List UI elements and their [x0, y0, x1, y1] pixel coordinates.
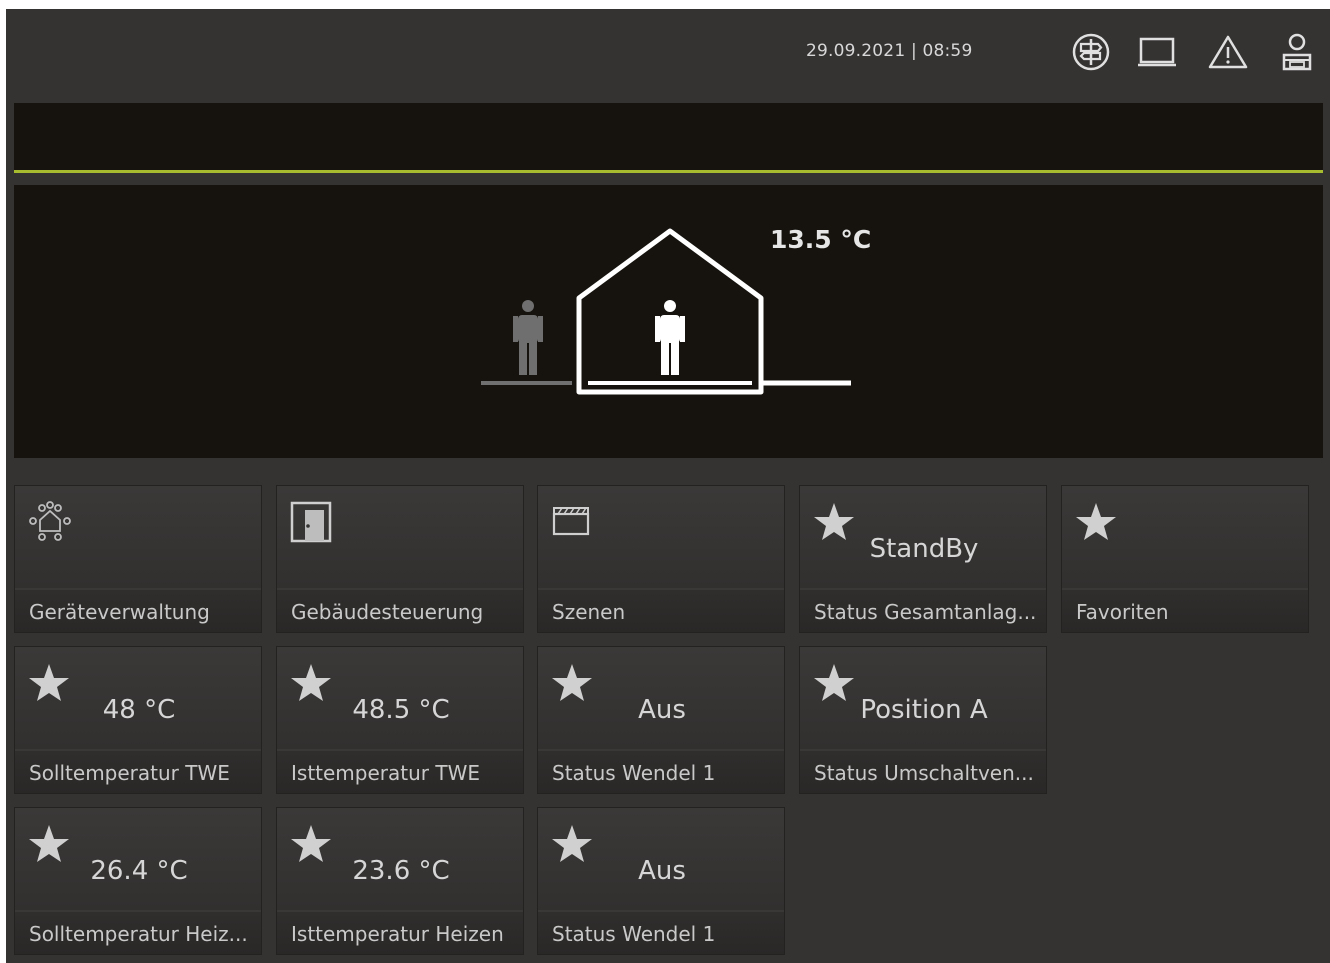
- tile-building-control[interactable]: Gebäudesteuerung: [276, 485, 524, 633]
- clapperboard-icon: [552, 507, 590, 536]
- tile-label: Gebäudesteuerung: [291, 600, 484, 624]
- tile-setpoint-heating[interactable]: 26.4 °C Solltemperatur Heiz...: [14, 807, 262, 955]
- tile-favorites[interactable]: Favoriten: [1061, 485, 1309, 633]
- tile-value: 48.5 °C: [352, 695, 450, 725]
- tile-label: Szenen: [552, 600, 626, 624]
- tile-label: Solltemperatur Heiz...: [29, 922, 248, 946]
- tile-actual-heating[interactable]: 23.6 °C Isttemperatur Heizen: [276, 807, 524, 955]
- accent-line: [14, 170, 1323, 173]
- person-home-icon: [655, 300, 685, 375]
- tile-value: 48 °C: [102, 695, 176, 725]
- tile-value: 23.6 °C: [352, 856, 450, 886]
- tile-label: Isttemperatur TWE: [291, 761, 480, 785]
- tile-value: Aus: [638, 856, 686, 886]
- tile-label: Status Umschaltven...: [814, 761, 1034, 785]
- tile-status-overall[interactable]: StandBy Status Gesamtanlag...: [799, 485, 1047, 633]
- signpost-icon[interactable]: [1068, 29, 1114, 75]
- house-scene[interactable]: 13.5 °C: [14, 185, 1323, 458]
- tile-value: 26.4 °C: [90, 856, 188, 886]
- top-bar: 29.09.2021 | 08:59: [6, 9, 1330, 101]
- date-time: 29.09.2021 | 08:59: [806, 41, 973, 61]
- user-icon[interactable]: [1274, 29, 1320, 75]
- tile-device-management[interactable]: Geräteverwaltung: [14, 485, 262, 633]
- info-banner: [14, 103, 1323, 172]
- tile-label: Solltemperatur TWE: [29, 761, 230, 785]
- warning-icon[interactable]: [1205, 29, 1251, 75]
- screen-icon[interactable]: [1134, 29, 1180, 75]
- tile-label: Isttemperatur Heizen: [291, 922, 504, 946]
- tile-value: Position A: [860, 695, 988, 725]
- tile-setpoint-twe[interactable]: 48 °C Solltemperatur TWE: [14, 646, 262, 794]
- person-away-icon: [513, 300, 543, 375]
- tile-value: StandBy: [869, 534, 979, 564]
- tile-label: Status Wendel 1: [552, 761, 716, 785]
- outdoor-temperature: 13.5 °C: [770, 225, 872, 254]
- tile-label: Status Gesamtanlag...: [814, 600, 1037, 624]
- door-icon: [290, 501, 332, 543]
- tile-scenes[interactable]: Szenen: [537, 485, 785, 633]
- tile-status-switch-valve[interactable]: Position A Status Umschaltven...: [799, 646, 1047, 794]
- house-presence-graphic: [481, 228, 851, 395]
- tile-value: Aus: [638, 695, 686, 725]
- star-icon: [1076, 503, 1116, 540]
- tile-label: Geräteverwaltung: [29, 600, 210, 624]
- tile-label: Favoriten: [1076, 600, 1169, 624]
- tile-status-coil-1-b[interactable]: Aus Status Wendel 1: [537, 807, 785, 955]
- app-screen: 29.09.2021 | 08:59 13.5 °C Geräteverwalt…: [6, 9, 1330, 963]
- tile-actual-twe[interactable]: 48.5 °C Isttemperatur TWE: [276, 646, 524, 794]
- tile-status-coil-1[interactable]: Aus Status Wendel 1: [537, 646, 785, 794]
- tile-label: Status Wendel 1: [552, 922, 716, 946]
- device-network-icon: [29, 501, 71, 541]
